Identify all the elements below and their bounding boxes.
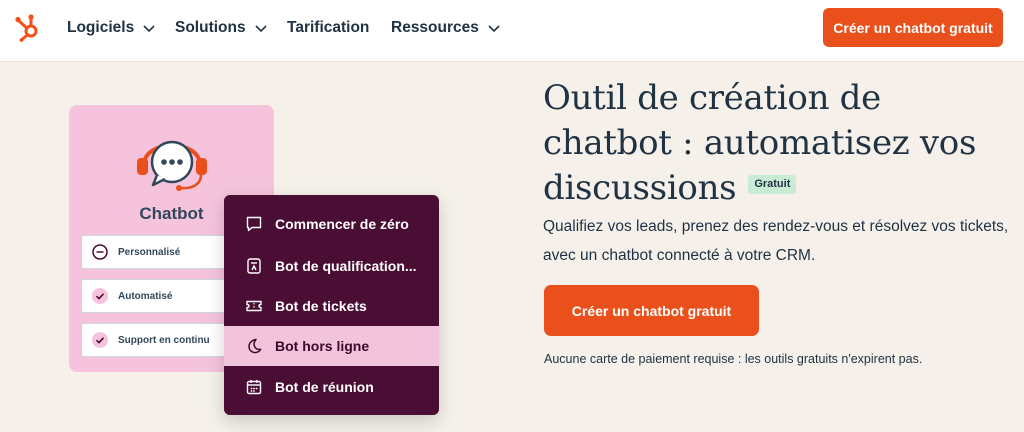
menu-item-label: Commencer de zéro [275, 216, 409, 232]
nav-tarification-label: Tarification [287, 19, 370, 36]
option-label: Support en continu [118, 334, 210, 346]
nav-solutions[interactable]: Solutions [175, 17, 268, 39]
menu-item-label: Bot de réunion [275, 379, 374, 395]
header-cta-button[interactable]: Créer un chatbot gratuit [823, 8, 1003, 47]
free-badge: Gratuit [748, 174, 797, 194]
chat-square-icon [246, 216, 262, 232]
hubspot-sprocket-icon[interactable] [14, 12, 42, 42]
menu-item-tickets[interactable]: Bot de tickets [224, 286, 439, 326]
menu-item-reunion[interactable]: Bot de réunion [224, 367, 439, 407]
menu-item-commencer[interactable]: Commencer de zéro [224, 204, 439, 244]
page-title: Outil de création de chatbot : automatis… [543, 76, 1013, 211]
qualify-icon [247, 258, 261, 274]
menu-item-label: Bot de tickets [275, 298, 367, 314]
hero-description: Qualifiez vos leads, prenez des rendez-v… [543, 218, 1009, 264]
option-label: Automatisé [118, 290, 173, 302]
ticket-icon [246, 300, 262, 312]
nav-solutions-label: Solutions [175, 19, 246, 36]
no-payment-note: Aucune carte de paiement requise : les o… [544, 352, 923, 366]
top-navigation-bar: Logiciels Solutions Tarification Ressour… [0, 0, 1024, 62]
minus-circle-icon [92, 244, 108, 260]
chat-headset-icon [137, 140, 207, 191]
nav-ressources[interactable]: Ressources [391, 17, 501, 39]
calendar-icon [246, 380, 262, 395]
menu-item-qualification[interactable]: Bot de qualification... [224, 246, 439, 286]
check-circle-icon [92, 332, 108, 348]
nav-tarification[interactable]: Tarification [287, 17, 369, 39]
chevron-down-icon [488, 25, 500, 33]
menu-item-label: Bot hors ligne [275, 338, 370, 354]
menu-item-label: Bot de qualification... [275, 258, 417, 274]
moon-icon [248, 338, 262, 354]
menu-item-hors-ligne[interactable]: Bot hors ligne [224, 326, 439, 366]
bot-type-menu: Commencer de zéro Bot de qualification..… [224, 195, 439, 415]
nav-logiciels-label: Logiciels [67, 19, 135, 36]
check-circle-icon [92, 288, 108, 304]
chevron-down-icon [143, 25, 155, 33]
chevron-down-icon [255, 25, 267, 33]
create-chatbot-button[interactable]: Créer un chatbot gratuit [544, 285, 759, 336]
option-label: Personnalisé [118, 246, 181, 258]
nav-ressources-label: Ressources [391, 19, 479, 36]
nav-logiciels[interactable]: Logiciels [67, 17, 156, 39]
